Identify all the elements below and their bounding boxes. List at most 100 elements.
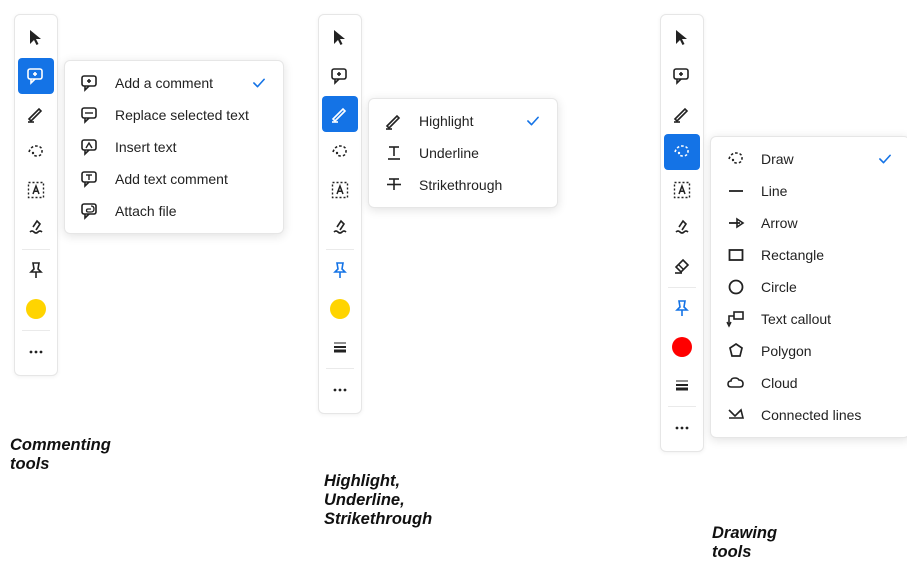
text-box-tool[interactable]: [18, 172, 54, 208]
stamp-tool[interactable]: [664, 210, 700, 246]
underline-icon: [383, 142, 405, 164]
commenting-flyout: Add a comment Replace selected text Inse…: [64, 60, 284, 234]
menu-label: Add text comment: [115, 171, 267, 187]
menu-cloud[interactable]: Cloud: [715, 367, 905, 399]
menu-text-callout[interactable]: Text callout: [715, 303, 905, 335]
commenting-panel: Add a comment Replace selected text Inse…: [14, 14, 58, 376]
color-picker[interactable]: [18, 291, 54, 327]
menu-label: Circle: [761, 279, 893, 295]
menu-label: Add a comment: [115, 75, 229, 91]
highlight-toolbar: [318, 14, 362, 414]
menu-add-comment[interactable]: Add a comment: [69, 67, 279, 99]
menu-replace-text[interactable]: Replace selected text: [69, 99, 279, 131]
commenting-caption: Commenting tools: [10, 436, 111, 474]
check-icon: [525, 113, 541, 129]
toolbar-divider: [668, 287, 696, 288]
text-box-tool[interactable]: [664, 172, 700, 208]
add-comment-tool[interactable]: [322, 58, 358, 94]
menu-label: Line: [761, 183, 893, 199]
more-tools[interactable]: [18, 334, 54, 370]
toolbar-divider: [326, 249, 354, 250]
more-tools[interactable]: [322, 372, 358, 408]
replace-text-icon: [79, 104, 101, 126]
menu-label: Underline: [419, 145, 541, 161]
eraser-tool[interactable]: [664, 248, 700, 284]
line-icon: [725, 180, 747, 202]
text-box-tool[interactable]: [322, 172, 358, 208]
toolbar-divider: [22, 249, 50, 250]
color-picker[interactable]: [664, 329, 700, 365]
check-icon: [251, 75, 267, 91]
select-tool[interactable]: [664, 20, 700, 56]
menu-connected-lines[interactable]: Connected lines: [715, 399, 905, 431]
comment-add-icon: [79, 72, 101, 94]
insert-text-icon: [79, 136, 101, 158]
text-callout-icon: [725, 308, 747, 330]
more-tools[interactable]: [664, 410, 700, 446]
strikethrough-icon: [383, 174, 405, 196]
highlight-flyout: Highlight Underline Strikethrough: [368, 98, 558, 208]
menu-label: Cloud: [761, 375, 893, 391]
color-picker[interactable]: [322, 291, 358, 327]
menu-add-text-comment[interactable]: Add text comment: [69, 163, 279, 195]
menu-label: Text callout: [761, 311, 893, 327]
thickness-picker[interactable]: [322, 329, 358, 365]
menu-circle[interactable]: Circle: [715, 271, 905, 303]
stamp-tool[interactable]: [322, 210, 358, 246]
toolbar-divider: [326, 368, 354, 369]
menu-label: Connected lines: [761, 407, 893, 423]
drawing-toolbar: [660, 14, 704, 452]
rectangle-icon: [725, 244, 747, 266]
menu-insert-text[interactable]: Insert text: [69, 131, 279, 163]
menu-label: Attach file: [115, 203, 267, 219]
highlighter-icon: [383, 110, 405, 132]
drawing-caption: Drawing tools: [712, 524, 777, 562]
commenting-toolbar: [14, 14, 58, 376]
menu-label: Insert text: [115, 139, 267, 155]
menu-label: Draw: [761, 151, 855, 167]
pin-tool[interactable]: [18, 253, 54, 289]
menu-line[interactable]: Line: [715, 175, 905, 207]
highlight-tool[interactable]: [664, 96, 700, 132]
menu-polygon[interactable]: Polygon: [715, 335, 905, 367]
menu-label: Arrow: [761, 215, 893, 231]
arrow-icon: [725, 212, 747, 234]
menu-attach-file[interactable]: Attach file: [69, 195, 279, 227]
toolbar-divider: [668, 406, 696, 407]
stamp-tool[interactable]: [18, 210, 54, 246]
draw-icon: [725, 148, 747, 170]
menu-underline[interactable]: Underline: [373, 137, 553, 169]
cloud-icon: [725, 372, 747, 394]
menu-label: Replace selected text: [115, 107, 267, 123]
highlight-caption: Highlight, Underline, Strikethrough: [324, 472, 432, 529]
menu-rectangle[interactable]: Rectangle: [715, 239, 905, 271]
select-tool[interactable]: [18, 20, 54, 56]
polygon-icon: [725, 340, 747, 362]
pin-tool[interactable]: [322, 253, 358, 289]
select-tool[interactable]: [322, 20, 358, 56]
circle-icon: [725, 276, 747, 298]
menu-label: Rectangle: [761, 247, 893, 263]
add-text-comment-icon: [79, 168, 101, 190]
menu-strikethrough[interactable]: Strikethrough: [373, 169, 553, 201]
connected-lines-icon: [725, 404, 747, 426]
add-comment-tool[interactable]: [664, 58, 700, 94]
menu-label: Strikethrough: [419, 177, 541, 193]
menu-highlight[interactable]: Highlight: [373, 105, 553, 137]
draw-tool[interactable]: [664, 134, 700, 170]
highlight-tool[interactable]: [322, 96, 358, 132]
menu-arrow[interactable]: Arrow: [715, 207, 905, 239]
thickness-picker[interactable]: [664, 367, 700, 403]
menu-label: Highlight: [419, 113, 503, 129]
drawing-flyout: Draw Line Arrow Rectangle Circle Text ca…: [710, 136, 907, 438]
add-comment-tool[interactable]: [18, 58, 54, 94]
menu-draw[interactable]: Draw: [715, 143, 905, 175]
toolbar-divider: [22, 330, 50, 331]
menu-label: Polygon: [761, 343, 893, 359]
pin-tool[interactable]: [664, 291, 700, 327]
draw-tool[interactable]: [18, 134, 54, 170]
highlight-tool[interactable]: [18, 96, 54, 132]
attach-file-icon: [79, 200, 101, 222]
highlight-panel: Highlight Underline Strikethrough Highli…: [318, 14, 362, 414]
draw-tool[interactable]: [322, 134, 358, 170]
